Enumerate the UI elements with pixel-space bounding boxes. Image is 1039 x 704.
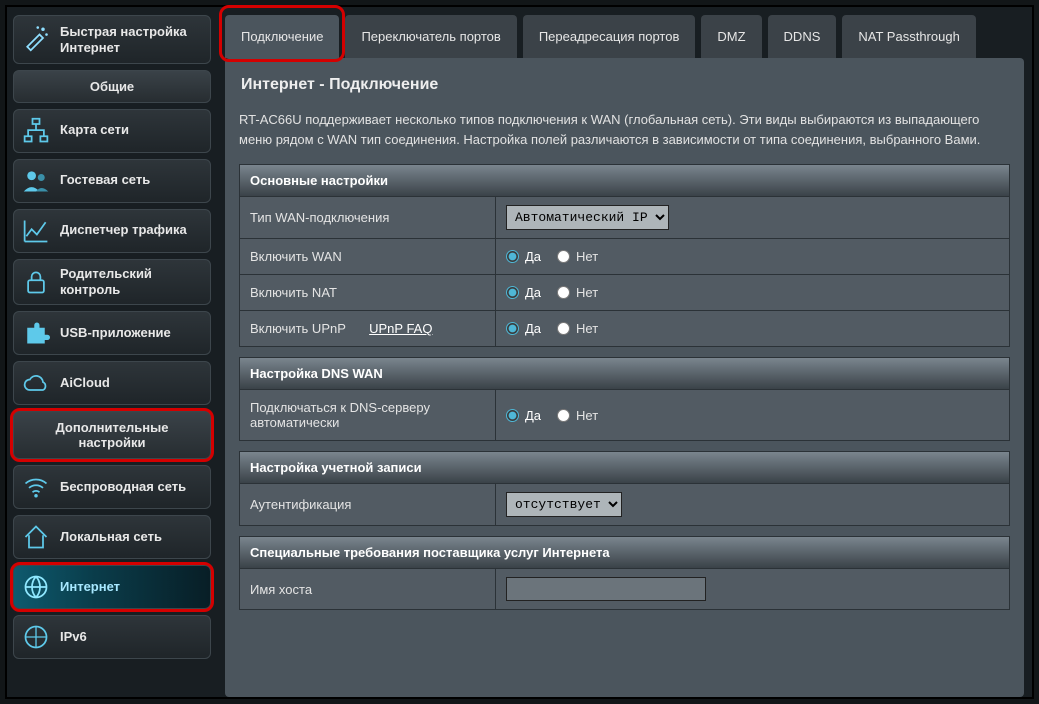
section-head-account: Настройка учетной записи bbox=[239, 451, 1010, 484]
enable-nat-no[interactable] bbox=[557, 286, 570, 299]
enable-upnp-no[interactable] bbox=[557, 322, 570, 335]
lock-icon bbox=[22, 268, 50, 296]
section-head-special: Специальные требования поставщика услуг … bbox=[239, 536, 1010, 569]
sidebar-item-label: AiCloud bbox=[60, 375, 110, 391]
sidebar-section-general: Общие bbox=[13, 70, 211, 103]
sidebar-item-label: Интернет bbox=[60, 579, 120, 595]
tab-port-trigger[interactable]: Переключатель портов bbox=[345, 15, 516, 58]
users-icon bbox=[22, 167, 50, 195]
auth-label: Аутентификация bbox=[240, 484, 496, 525]
main-content: Подключение Переключатель портов Переадр… bbox=[217, 7, 1032, 697]
tab-connection[interactable]: Подключение bbox=[225, 15, 339, 58]
sidebar-item-network-map[interactable]: Карта сети bbox=[13, 109, 211, 153]
sidebar-item-aicloud[interactable]: AiCloud bbox=[13, 361, 211, 405]
section-dns: Настройка DNS WAN Подключаться к DNS-сер… bbox=[239, 357, 1010, 441]
auto-dns-no[interactable] bbox=[557, 409, 570, 422]
enable-upnp-radio[interactable]: ДаНет bbox=[506, 321, 598, 336]
sidebar-item-lan[interactable]: Локальная сеть bbox=[13, 515, 211, 559]
puzzle-icon bbox=[22, 319, 50, 347]
sidebar-item-label: Диспетчер трафика bbox=[60, 222, 187, 238]
enable-nat-radio[interactable]: ДаНет bbox=[506, 285, 598, 300]
ipv6-icon bbox=[22, 623, 50, 651]
enable-wan-label: Включить WAN bbox=[240, 239, 496, 274]
enable-wan-radio[interactable]: ДаНет bbox=[506, 249, 598, 264]
sidebar-item-label: Беспроводная сеть bbox=[60, 479, 186, 495]
globe-icon bbox=[22, 573, 50, 601]
section-basic: Основные настройки Тип WAN-подключения А… bbox=[239, 164, 1010, 347]
auto-dns-yes[interactable] bbox=[506, 409, 519, 422]
auth-select[interactable]: отсутствует bbox=[506, 492, 622, 517]
page-title: Интернет - Подключение bbox=[241, 76, 1010, 94]
quick-setup-label: Быстрая настройка Интернет bbox=[60, 24, 202, 57]
sidebar-item-wireless[interactable]: Беспроводная сеть bbox=[13, 465, 211, 509]
enable-wan-no[interactable] bbox=[557, 250, 570, 263]
wifi-icon bbox=[22, 473, 50, 501]
sidebar-item-label: Локальная сеть bbox=[60, 529, 162, 545]
tab-port-forward[interactable]: Переадресация портов bbox=[523, 15, 696, 58]
sidebar-item-internet[interactable]: Интернет bbox=[13, 565, 211, 609]
home-icon bbox=[22, 523, 50, 551]
sidebar-item-label: Гостевая сеть bbox=[60, 172, 150, 188]
tab-ddns[interactable]: DDNS bbox=[768, 15, 837, 58]
section-account: Настройка учетной записи Аутентификация … bbox=[239, 451, 1010, 526]
auto-dns-label: Подключаться к DNS-серверу автоматически bbox=[240, 390, 496, 440]
section-head-basic: Основные настройки bbox=[239, 164, 1010, 197]
enable-nat-yes[interactable] bbox=[506, 286, 519, 299]
sidebar-item-parental-control[interactable]: Родительский контроль bbox=[13, 259, 211, 306]
sidebar-item-label: Карта сети bbox=[60, 122, 129, 138]
enable-nat-label: Включить NAT bbox=[240, 275, 496, 310]
host-input[interactable] bbox=[506, 577, 706, 601]
network-map-icon bbox=[22, 117, 50, 145]
sidebar-item-ipv6[interactable]: IPv6 bbox=[13, 615, 211, 659]
sidebar-item-label: Родительский контроль bbox=[60, 266, 202, 299]
sidebar: Быстрая настройка Интернет Общие Карта с… bbox=[7, 7, 217, 697]
sidebar-item-label: USB-приложение bbox=[60, 325, 171, 341]
section-special: Специальные требования поставщика услуг … bbox=[239, 536, 1010, 610]
tabs: Подключение Переключатель портов Переадр… bbox=[217, 15, 1024, 58]
enable-upnp-yes[interactable] bbox=[506, 322, 519, 335]
enable-wan-yes[interactable] bbox=[506, 250, 519, 263]
upnp-faq-link[interactable]: UPnP FAQ bbox=[369, 321, 432, 336]
tab-nat-passthrough[interactable]: NAT Passthrough bbox=[842, 15, 975, 58]
page-description: RT-AC66U поддерживает несколько типов по… bbox=[239, 110, 1010, 150]
chart-icon bbox=[22, 217, 50, 245]
enable-upnp-label: Включить UPnP UPnP FAQ bbox=[240, 311, 496, 346]
wan-type-select[interactable]: Автоматический IP bbox=[506, 205, 669, 230]
quick-internet-setup[interactable]: Быстрая настройка Интернет bbox=[13, 15, 211, 64]
wand-icon bbox=[22, 24, 50, 52]
host-label: Имя хоста bbox=[240, 569, 496, 609]
tab-dmz[interactable]: DMZ bbox=[701, 15, 761, 58]
cloud-icon bbox=[22, 369, 50, 397]
wan-type-label: Тип WAN-подключения bbox=[240, 197, 496, 238]
sidebar-item-usb-app[interactable]: USB-приложение bbox=[13, 311, 211, 355]
section-head-dns: Настройка DNS WAN bbox=[239, 357, 1010, 390]
sidebar-item-guest-network[interactable]: Гостевая сеть bbox=[13, 159, 211, 203]
auto-dns-radio[interactable]: ДаНет bbox=[506, 408, 598, 423]
panel: Интернет - Подключение RT-AC66U поддержи… bbox=[225, 58, 1024, 697]
sidebar-item-label: IPv6 bbox=[60, 629, 87, 645]
sidebar-section-advanced: Дополнительные настройки bbox=[13, 411, 211, 459]
sidebar-item-traffic-manager[interactable]: Диспетчер трафика bbox=[13, 209, 211, 253]
